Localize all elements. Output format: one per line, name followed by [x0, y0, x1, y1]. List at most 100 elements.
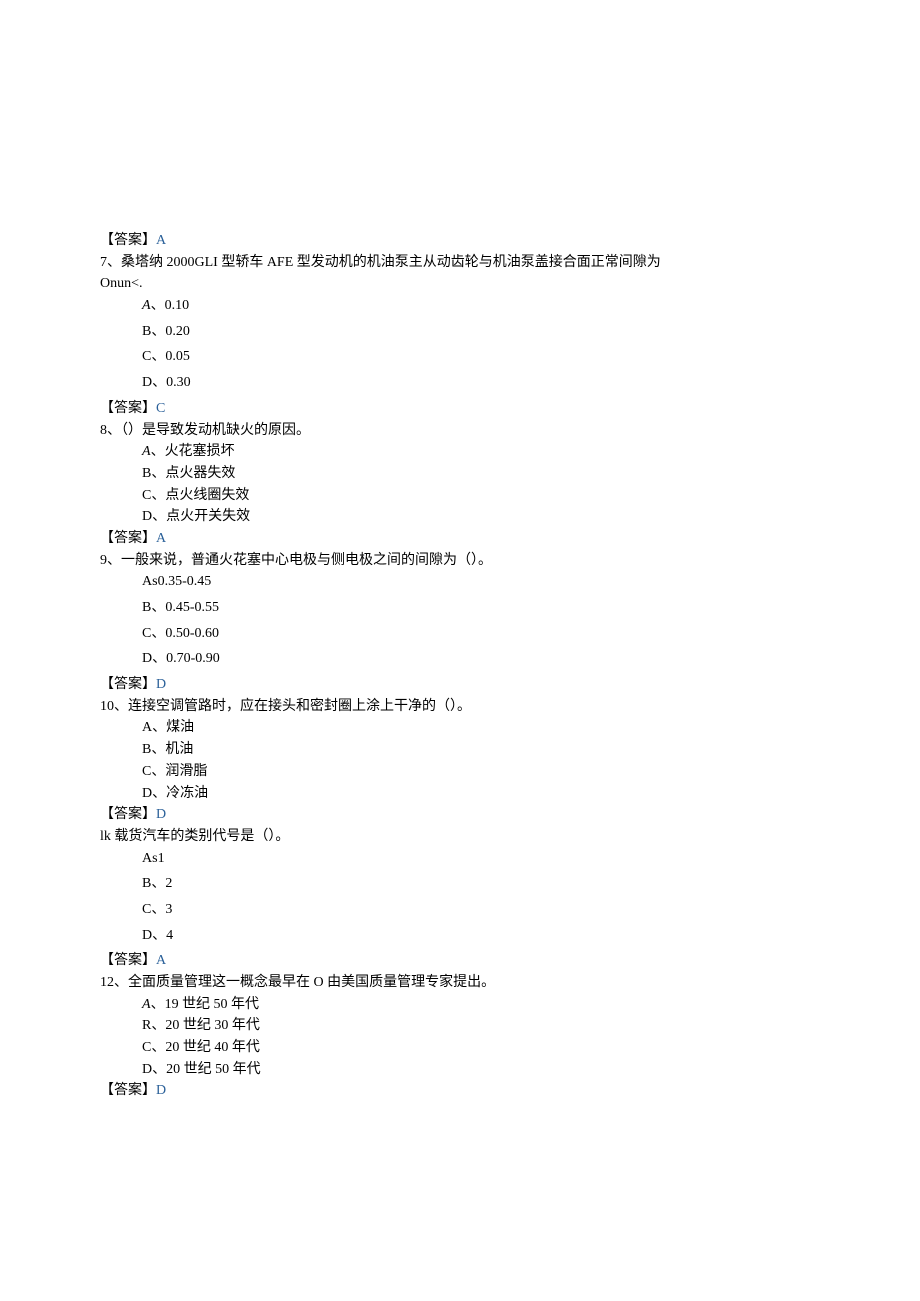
option-D: D、0.30: [142, 372, 820, 394]
option-text: 机油: [165, 742, 193, 757]
option-A: A、煤油: [142, 717, 820, 739]
option-D: D、冷冻油: [142, 783, 820, 805]
option-A: A、0.10: [142, 295, 820, 317]
answer-value: D: [156, 1083, 166, 1098]
option-B: B、2: [142, 873, 820, 895]
option-label: R、: [142, 1018, 165, 1033]
question-stem: 9、一般来说，普通火花塞中心电极与侧电极之间的间隙为（）。: [100, 550, 820, 572]
option-label: B、: [142, 876, 165, 891]
option-text: 20 世纪 40 年代: [165, 1040, 260, 1055]
option-text: 3: [165, 902, 172, 917]
option-text: 0.50-0.60: [165, 626, 219, 641]
option-text: 0.05: [165, 349, 190, 364]
option-label: C、: [142, 1040, 165, 1055]
option-As: As0.35-0.45: [142, 571, 820, 593]
question-stem: Onun<.: [100, 273, 820, 295]
option-C: C、20 世纪 40 年代: [142, 1037, 820, 1059]
options-block: As0.35-0.45B、0.45-0.55C、0.50-0.60D、0.70-…: [100, 571, 820, 674]
option-text: 20 世纪 30 年代: [165, 1018, 260, 1033]
answer-value: D: [156, 807, 166, 822]
options-block: A、火花塞损坏B、点火器失效C、点火线圈失效D、点火开关失效: [100, 441, 820, 528]
option-text: 0.20: [165, 324, 190, 339]
question-text: 连接空调管路时，应在接头和密封圈上涂上干净的（）。: [128, 699, 471, 714]
answer-value: A: [156, 531, 166, 546]
question-text: 桑塔纳 2000GLI 型轿车 AFE 型发动机的机油泵主从动齿轮与机油泵盖接合…: [121, 255, 661, 270]
option-C: C、0.05: [142, 346, 820, 368]
option-B: B、点火器失效: [142, 463, 820, 485]
option-label: C、: [142, 902, 165, 917]
option-text: 0.70-0.90: [166, 651, 220, 666]
answer-line: 【答案】C: [100, 398, 820, 420]
answer-value: A: [156, 233, 166, 248]
option-As: As1: [142, 848, 820, 870]
option-label: B、: [142, 600, 165, 615]
option-D: D、20 世纪 50 年代: [142, 1059, 820, 1081]
option-label: D、: [142, 1062, 166, 1077]
option-label: A、: [142, 444, 165, 459]
answer-line: 【答案】D: [100, 1080, 820, 1102]
option-label: C、: [142, 764, 165, 779]
option-C: C、3: [142, 899, 820, 921]
answer-value: C: [156, 401, 165, 416]
answer-value: D: [156, 677, 166, 692]
option-text: 点火器失效: [165, 466, 235, 481]
page-content: 【答案】A7、桑塔纳 2000GLI 型轿车 AFE 型发动机的机油泵主从动齿轮…: [0, 0, 920, 1252]
option-label: B、: [142, 742, 165, 757]
answer-label: 【答案】: [100, 401, 156, 416]
option-B: B、0.20: [142, 321, 820, 343]
option-text: 0.30: [166, 375, 191, 390]
question-text: 全面质量管理这一概念最早在 O 由美国质量管理专家提出。: [128, 975, 495, 990]
question-number: lk: [100, 829, 114, 844]
options-block: A、0.10B、0.20C、0.05D、0.30: [100, 295, 820, 398]
option-text: 0.45-0.55: [165, 600, 219, 615]
option-B: B、0.45-0.55: [142, 597, 820, 619]
options-block: A、煤油B、机油C、润滑脂D、冷冻油: [100, 717, 820, 804]
question-text: 载货汽车的类别代号是（）。: [114, 829, 289, 844]
answer-label: 【答案】: [100, 953, 156, 968]
option-A: A、火花塞损坏: [142, 441, 820, 463]
option-text: 冷冻油: [166, 786, 208, 801]
options-block: A、19 世纪 50 年代R、20 世纪 30 年代C、20 世纪 40 年代D…: [100, 994, 820, 1081]
answer-label: 【答案】: [100, 677, 156, 692]
question-number: 9、: [100, 553, 121, 568]
option-text: 2: [165, 876, 172, 891]
question-stem: lk 载货汽车的类别代号是（）。: [100, 826, 820, 848]
question-stem: 8、（）是导致发动机缺火的原因。: [100, 420, 820, 442]
answer-line: 【答案】A: [100, 950, 820, 972]
option-text: 煤油: [166, 720, 194, 735]
question-number: 12、: [100, 975, 128, 990]
answer-line: 【答案】A: [100, 230, 820, 252]
option-text: 0.35-0.45: [158, 574, 212, 589]
option-B: B、机油: [142, 739, 820, 761]
question-text: 一般来说，普通火花塞中心电极与侧电极之间的间隙为（）。: [121, 553, 492, 568]
answer-label: 【答案】: [100, 233, 156, 248]
option-label: D、: [142, 375, 166, 390]
option-text: 4: [166, 928, 173, 943]
option-label: B、: [142, 324, 165, 339]
option-R: R、20 世纪 30 年代: [142, 1015, 820, 1037]
option-label: A、: [142, 298, 165, 313]
option-label: A、: [142, 997, 165, 1012]
options-block: As1B、2C、3D、4: [100, 848, 820, 951]
option-text: 1: [158, 851, 165, 866]
option-label: C、: [142, 488, 165, 503]
answer-label: 【答案】: [100, 531, 156, 546]
option-text: 19 世纪 50 年代: [165, 997, 260, 1012]
option-text: 20 世纪 50 年代: [166, 1062, 261, 1077]
option-label: As: [142, 851, 158, 866]
option-label: D、: [142, 928, 166, 943]
answer-label: 【答案】: [100, 1083, 156, 1098]
option-text: 点火线圈失效: [165, 488, 249, 503]
option-text: 火花塞损坏: [165, 444, 235, 459]
option-A: A、19 世纪 50 年代: [142, 994, 820, 1016]
answer-value: A: [156, 953, 166, 968]
question-stem: 12、全面质量管理这一概念最早在 O 由美国质量管理专家提出。: [100, 972, 820, 994]
option-label: D、: [142, 509, 166, 524]
question-text: （）是导致发动机缺火的原因。: [121, 423, 310, 438]
option-D: D、点火开关失效: [142, 506, 820, 528]
option-label: As: [142, 574, 158, 589]
answer-line: 【答案】D: [100, 674, 820, 696]
option-text: 0.10: [165, 298, 190, 313]
option-text: 点火开关失效: [166, 509, 250, 524]
answer-line: 【答案】A: [100, 528, 820, 550]
